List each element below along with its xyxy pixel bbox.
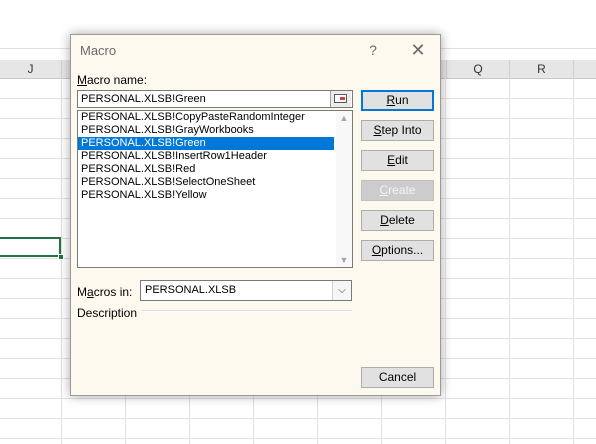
macro-name-label: Macro name: (77, 73, 148, 87)
gridline (0, 438, 596, 439)
macro-list-items: PERSONAL.XLSB!CopyPasteRandomInteger PERS… (78, 111, 334, 202)
edit-button[interactable]: Edit (361, 150, 434, 171)
gridline (509, 78, 510, 444)
macro-name-input[interactable]: PERSONAL.XLSB!Green (77, 90, 353, 108)
macro-list-item[interactable]: PERSONAL.XLSB!GrayWorkbooks (78, 124, 334, 137)
description-label: Description (77, 306, 138, 320)
macro-list-item[interactable]: PERSONAL.XLSB!SelectOneSheet (78, 176, 334, 189)
macros-in-select[interactable]: PERSONAL.XLSB ⌵ (140, 280, 352, 301)
delete-button[interactable]: Delete (361, 210, 434, 231)
gridline (0, 418, 596, 419)
options-button[interactable]: Options... (361, 240, 434, 261)
dialog-titlebar[interactable]: Macro ? ✕ (71, 35, 440, 67)
create-button[interactable]: Create (361, 180, 434, 201)
column-header-r[interactable]: R (510, 60, 574, 78)
run-button[interactable]: Run (361, 90, 434, 111)
chevron-down-icon[interactable]: ⌵ (332, 281, 351, 300)
macros-in-value: PERSONAL.XLSB (145, 284, 237, 296)
cancel-button[interactable]: Cancel (361, 367, 434, 388)
selected-cell[interactable] (0, 237, 61, 257)
column-header-j[interactable]: J (0, 60, 62, 78)
macro-list-item[interactable]: PERSONAL.XLSB!InsertRow1Header (78, 150, 334, 163)
description-divider (142, 310, 352, 312)
macros-in-label: Macros in: (77, 285, 133, 299)
fill-handle[interactable] (58, 254, 64, 260)
macro-list-item[interactable]: PERSONAL.XLSB!Green (78, 137, 334, 150)
dialog-title: Macro (80, 43, 117, 58)
macro-dialog: Macro ? ✕ Macro name: PERSONAL.XLSB!Gree… (70, 34, 441, 396)
column-header-q[interactable]: Q (446, 60, 510, 78)
scroll-up-icon[interactable]: ▲ (336, 111, 352, 125)
range-picker-icon[interactable] (330, 91, 351, 107)
gridline (0, 398, 596, 399)
macro-list-item[interactable]: PERSONAL.XLSB!Red (78, 163, 334, 176)
close-icon[interactable]: ✕ (405, 38, 431, 62)
macro-listbox[interactable]: PERSONAL.XLSB!CopyPasteRandomInteger PERS… (77, 110, 353, 268)
step-into-button[interactable]: Step Into (361, 120, 434, 141)
scroll-down-icon[interactable]: ▼ (336, 253, 352, 267)
help-icon[interactable]: ? (362, 40, 384, 60)
listbox-scrollbar[interactable]: ▲ ▼ (336, 111, 352, 267)
gridline (445, 78, 446, 444)
gridline (61, 78, 62, 444)
macro-list-item[interactable]: PERSONAL.XLSB!CopyPasteRandomInteger (78, 111, 334, 124)
macro-list-item[interactable]: PERSONAL.XLSB!Yellow (78, 189, 334, 202)
gridline (573, 78, 574, 444)
